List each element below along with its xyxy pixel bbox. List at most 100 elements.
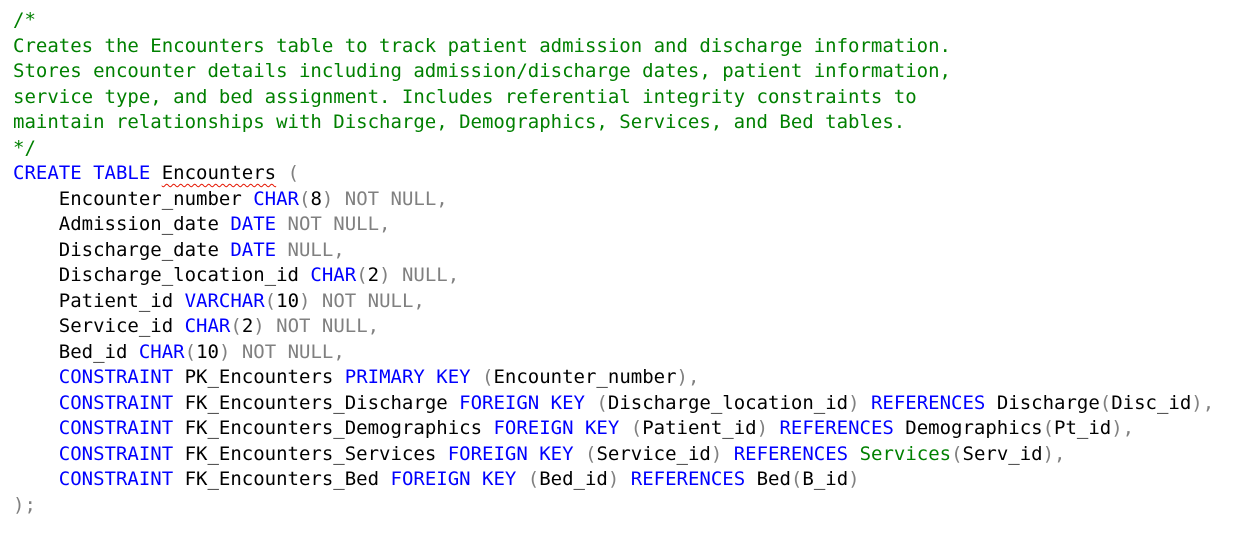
comment-text: Creates the Encounters table to track pa…	[13, 34, 951, 57]
code-line: );	[13, 493, 1236, 519]
sql-keyword: VARCHAR	[184, 289, 265, 312]
identifier: FK_Encounters_Services	[173, 442, 448, 465]
punctuation: )	[710, 442, 734, 465]
sql-keyword: CHAR	[253, 187, 299, 210]
comment-text: /*	[13, 9, 36, 31]
sql-keyword: FOREIGN KEY	[447, 442, 574, 465]
sql-keyword: DATE	[230, 213, 277, 235]
punctuation: ),	[1191, 391, 1215, 414]
identifier: PK_Encounters	[173, 366, 345, 388]
code-line: Bed_id CHAR(10) NOT NULL,	[13, 340, 1236, 366]
identifier: Discharge_location_id	[607, 391, 849, 414]
table-name-error-squiggle: Encounters	[161, 162, 277, 184]
code-line: CREATE TABLE Encounters (	[13, 161, 1236, 187]
punctuation: (	[573, 442, 597, 465]
punctuation: )	[253, 315, 265, 337]
code-line: Patient_id VARCHAR(10) NOT NULL,	[13, 289, 1236, 315]
punctuation: (	[790, 468, 803, 490]
identifier	[150, 162, 161, 184]
identifier: Service_id	[13, 315, 185, 337]
sql-keyword: PRIMARY KEY	[344, 366, 471, 388]
punctuation: (	[230, 315, 242, 337]
code-line: CONSTRAINT FK_Encounters_Demographics FO…	[13, 416, 1236, 442]
punctuation: )	[607, 468, 631, 490]
comment-text: maintain relationships with Discharge, D…	[13, 111, 906, 133]
identifier: B_id	[802, 468, 849, 490]
identifier: FK_Encounters_Bed	[173, 468, 391, 490]
code-line: service type, and bed assignment. Includ…	[13, 85, 1236, 111]
code-line: Admission_date DATE NOT NULL,	[13, 212, 1236, 238]
punctuation: (	[516, 468, 540, 490]
sql-keyword: CHAR	[310, 264, 357, 286]
punctuation: )	[848, 468, 860, 490]
identifier: Service_id	[596, 442, 711, 465]
identifier: 10	[196, 340, 219, 363]
identifier: Demographics	[893, 417, 1043, 439]
identifier: Bed	[745, 468, 791, 490]
punctuation: (	[619, 417, 643, 439]
code-line: Creates the Encounters table to track pa…	[13, 34, 1236, 60]
sql-keyword: CHAR	[138, 340, 185, 363]
function-name: Services	[859, 442, 952, 465]
punctuation: (	[1099, 391, 1112, 414]
sql-keyword: DATE	[230, 238, 277, 261]
sql-keyword: FOREIGN KEY	[493, 417, 620, 439]
sql-keyword: CONSTRAINT	[58, 417, 174, 439]
identifier	[848, 443, 859, 465]
code-line: Encounter_number CHAR(8) NOT NULL,	[13, 187, 1236, 213]
sql-keyword: FOREIGN KEY	[459, 391, 585, 414]
identifier	[13, 468, 59, 490]
identifier: 2	[367, 264, 380, 286]
comment-text: Stores encounter details including admis…	[13, 60, 951, 82]
punctuation: )	[756, 417, 780, 439]
identifier: 10	[276, 289, 300, 312]
punctuation: (	[276, 162, 300, 184]
identifier: Admission_date	[13, 213, 231, 235]
identifier: Patient_id	[642, 417, 757, 439]
sql-keyword: CONSTRAINT	[58, 442, 174, 465]
code-line: Discharge_date DATE NULL,	[13, 238, 1236, 264]
punctuation: );	[13, 493, 36, 516]
code-line: maintain relationships with Discharge, D…	[13, 110, 1236, 136]
sql-keyword: REFERENCES	[870, 391, 986, 414]
code-line: CONSTRAINT FK_Encounters_Services FOREIG…	[13, 442, 1236, 468]
punctuation: )	[848, 391, 871, 414]
sql-keyword: CREATE TABLE	[13, 162, 151, 184]
identifier: Discharge_date	[13, 238, 231, 261]
null-constraint: NOT NULL,	[276, 213, 391, 235]
punctuation: )	[218, 340, 231, 363]
sql-code-editor[interactable]: /* Creates the Encounters table to track …	[0, 0, 1236, 537]
punctuation: ),	[676, 366, 700, 388]
identifier: FK_Encounters_Demographics	[173, 417, 494, 439]
null-constraint: NOT NULL,	[333, 187, 448, 210]
sql-keyword: REFERENCES	[733, 442, 849, 465]
null-constraint: NOT NULL,	[230, 340, 345, 363]
identifier: Discharge	[985, 391, 1100, 414]
code-line: /*	[13, 8, 1236, 34]
code-line: */	[13, 136, 1236, 162]
comment-text: service type, and bed assignment. Includ…	[13, 85, 917, 108]
punctuation: (	[584, 391, 608, 414]
comment-text: */	[13, 136, 36, 159]
punctuation: (	[356, 264, 368, 286]
sql-keyword: REFERENCES	[630, 468, 746, 490]
punctuation: (	[298, 187, 311, 210]
sql-keyword: CONSTRAINT	[58, 468, 174, 490]
punctuation: (	[1042, 417, 1055, 439]
punctuation: ),	[1042, 442, 1066, 465]
identifier	[13, 443, 59, 465]
sql-keyword: FOREIGN KEY	[390, 468, 517, 490]
identifier: Discharge_location_id	[13, 264, 311, 286]
punctuation: )	[379, 264, 391, 286]
code-line: Service_id CHAR(2) NOT NULL,	[13, 314, 1236, 340]
punctuation: (	[264, 289, 277, 312]
code-line: CONSTRAINT FK_Encounters_Discharge FOREI…	[13, 391, 1236, 417]
identifier	[13, 417, 59, 439]
identifier: Bed_id	[13, 340, 139, 363]
identifier: Encounter_number	[13, 187, 254, 210]
identifier	[13, 392, 59, 414]
punctuation: (	[951, 442, 963, 465]
identifier: Encounter_number	[493, 366, 677, 388]
null-constraint: NULL,	[390, 264, 460, 286]
code-line: Discharge_location_id CHAR(2) NULL,	[13, 263, 1236, 289]
